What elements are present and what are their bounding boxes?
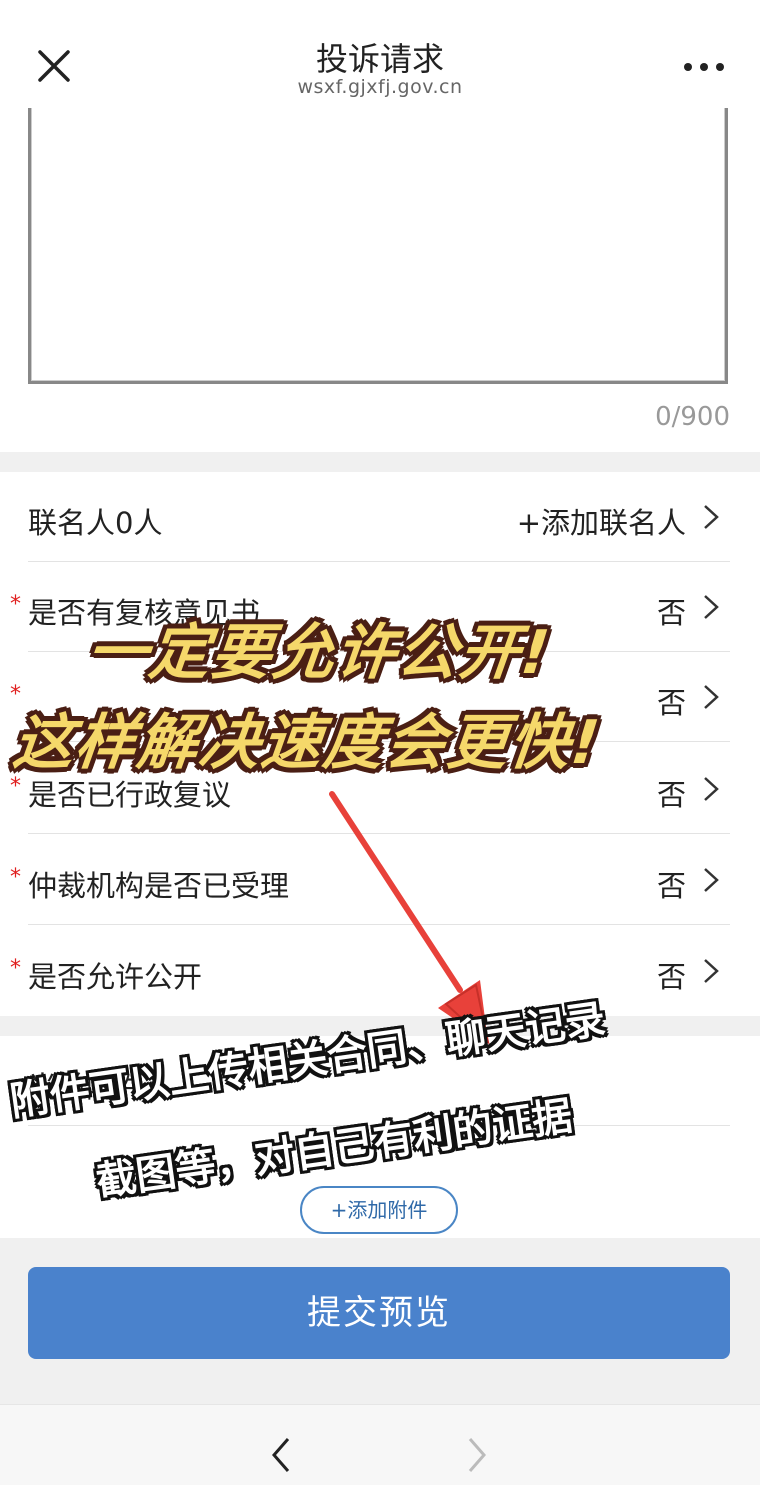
chevron-right-icon [704, 685, 719, 709]
chevron-right-icon [704, 959, 719, 983]
page-title: 投诉请求 [315, 40, 444, 78]
char-counter: 0/900 [655, 402, 730, 432]
forward-arrow-icon[interactable] [462, 1435, 492, 1475]
chevron-right-icon [704, 777, 719, 801]
overlay-text-faster: 这样解决速度会更快! [9, 708, 605, 778]
chevron-right-icon [704, 595, 719, 619]
cosigner-row[interactable]: 联名人0人 +添加联名人 [28, 472, 730, 562]
back-arrow-icon[interactable] [266, 1435, 296, 1475]
question-value: 否 [656, 778, 686, 812]
page-url: wsxf.gjxfj.gov.cn [297, 76, 463, 98]
required-marker: * [10, 865, 21, 890]
add-cosigner-link[interactable]: +添加联名人 [517, 500, 686, 542]
question-label: 是否允许公开 [28, 960, 203, 994]
complaint-textarea[interactable] [28, 108, 728, 384]
overlay-text-public: 一定要允许公开! [83, 618, 555, 688]
page: 投诉请求 wsxf.gjxfj.gov.cn 0/900 联名人0人 +添加联名… [0, 0, 760, 1485]
required-marker: * [10, 956, 21, 981]
submit-preview-button[interactable]: 提交预览 [28, 1267, 730, 1359]
add-attachment-button[interactable]: +添加附件 [300, 1186, 458, 1234]
more-dots-icon [684, 63, 724, 71]
browser-nav-bar [0, 1404, 760, 1485]
question-value: 否 [656, 869, 686, 903]
cosigner-label: 联名人0人 [28, 506, 163, 540]
more-button[interactable] [680, 52, 728, 82]
section-divider [0, 452, 760, 472]
required-marker: * [10, 592, 21, 617]
textarea-value [31, 108, 725, 381]
chevron-right-icon [704, 868, 719, 892]
question-value: 否 [656, 960, 686, 994]
question-value: 否 [656, 596, 686, 630]
question-value: 否 [656, 686, 686, 720]
header-bar: 投诉请求 wsxf.gjxfj.gov.cn [0, 0, 760, 108]
chevron-right-icon [704, 505, 719, 529]
question-label: 仲裁机构是否已受理 [28, 869, 290, 903]
